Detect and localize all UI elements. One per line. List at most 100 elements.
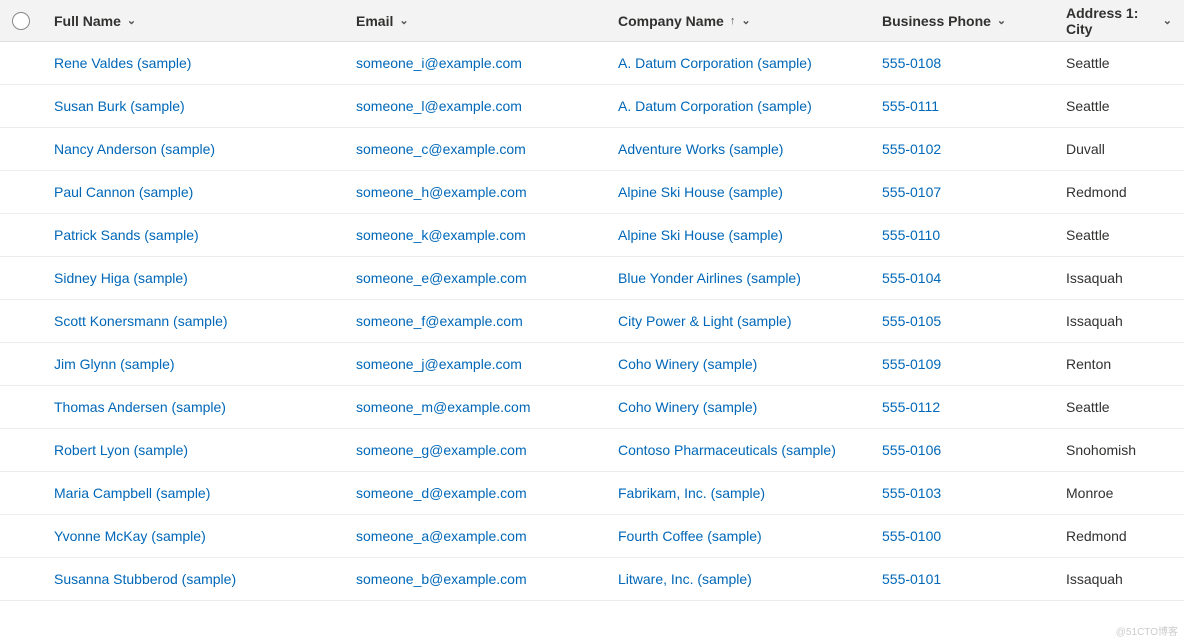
city-text: Redmond	[1066, 184, 1127, 200]
table-row[interactable]: Rene Valdes (sample) someone_i@example.c…	[0, 42, 1184, 85]
email-link[interactable]: someone_j@example.com	[356, 356, 522, 372]
cell-email: someone_c@example.com	[344, 141, 606, 157]
email-link[interactable]: someone_c@example.com	[356, 141, 526, 157]
phone-link[interactable]: 555-0110	[882, 227, 940, 243]
arrow-up-icon: ↑	[730, 15, 736, 27]
cell-email: someone_b@example.com	[344, 571, 606, 587]
phone-link[interactable]: 555-0112	[882, 399, 940, 415]
table-row[interactable]: Nancy Anderson (sample) someone_c@exampl…	[0, 128, 1184, 171]
company-link[interactable]: Coho Winery (sample)	[618, 399, 757, 415]
cell-city: Issaquah	[1054, 313, 1184, 329]
email-link[interactable]: someone_a@example.com	[356, 528, 527, 544]
col-header-email[interactable]: Email ⌄	[344, 13, 606, 29]
company-link[interactable]: A. Datum Corporation (sample)	[618, 98, 812, 114]
phone-link[interactable]: 555-0101	[882, 571, 941, 587]
table-row[interactable]: Thomas Andersen (sample) someone_m@examp…	[0, 386, 1184, 429]
company-link[interactable]: Alpine Ski House (sample)	[618, 184, 783, 200]
col-header-company-label: Company Name	[618, 13, 724, 29]
company-link[interactable]: Adventure Works (sample)	[618, 141, 783, 157]
phone-link[interactable]: 555-0105	[882, 313, 941, 329]
fullname-link[interactable]: Paul Cannon (sample)	[54, 184, 193, 200]
email-link[interactable]: someone_d@example.com	[356, 485, 527, 501]
phone-link[interactable]: 555-0106	[882, 442, 941, 458]
cell-city: Seattle	[1054, 55, 1184, 71]
cell-city: Seattle	[1054, 98, 1184, 114]
table-row[interactable]: Scott Konersmann (sample) someone_f@exam…	[0, 300, 1184, 343]
watermark: @51CTO博客	[1116, 623, 1178, 638]
phone-link[interactable]: 555-0107	[882, 184, 941, 200]
company-link[interactable]: Contoso Pharmaceuticals (sample)	[618, 442, 836, 458]
table-row[interactable]: Patrick Sands (sample) someone_k@example…	[0, 214, 1184, 257]
city-text: Issaquah	[1066, 571, 1123, 587]
cell-company: Litware, Inc. (sample)	[606, 571, 870, 587]
email-link[interactable]: someone_m@example.com	[356, 399, 531, 415]
col-header-company[interactable]: Company Name ↑ ⌄	[606, 13, 870, 29]
company-link[interactable]: Fabrikam, Inc. (sample)	[618, 485, 765, 501]
table-row[interactable]: Robert Lyon (sample) someone_g@example.c…	[0, 429, 1184, 472]
table-row[interactable]: Yvonne McKay (sample) someone_a@example.…	[0, 515, 1184, 558]
table-row[interactable]: Paul Cannon (sample) someone_h@example.c…	[0, 171, 1184, 214]
table-row[interactable]: Susan Burk (sample) someone_l@example.co…	[0, 85, 1184, 128]
cell-company: Coho Winery (sample)	[606, 356, 870, 372]
cell-fullname: Nancy Anderson (sample)	[42, 141, 344, 157]
col-header-fullname[interactable]: Full Name ⌄	[42, 13, 344, 29]
fullname-link[interactable]: Scott Konersmann (sample)	[54, 313, 228, 329]
fullname-link[interactable]: Maria Campbell (sample)	[54, 485, 210, 501]
fullname-link[interactable]: Robert Lyon (sample)	[54, 442, 188, 458]
cell-company: Adventure Works (sample)	[606, 141, 870, 157]
email-link[interactable]: someone_i@example.com	[356, 55, 522, 71]
cell-email: someone_a@example.com	[344, 528, 606, 544]
cell-email: someone_k@example.com	[344, 227, 606, 243]
fullname-link[interactable]: Sidney Higa (sample)	[54, 270, 188, 286]
cell-phone: 555-0108	[870, 55, 1054, 71]
cell-email: someone_i@example.com	[344, 55, 606, 71]
phone-link[interactable]: 555-0100	[882, 528, 941, 544]
phone-link[interactable]: 555-0104	[882, 270, 941, 286]
fullname-link[interactable]: Jim Glynn (sample)	[54, 356, 175, 372]
cell-fullname: Yvonne McKay (sample)	[42, 528, 344, 544]
email-link[interactable]: someone_e@example.com	[356, 270, 527, 286]
fullname-link[interactable]: Nancy Anderson (sample)	[54, 141, 215, 157]
phone-link[interactable]: 555-0109	[882, 356, 941, 372]
fullname-link[interactable]: Yvonne McKay (sample)	[54, 528, 206, 544]
company-link[interactable]: Litware, Inc. (sample)	[618, 571, 752, 587]
cell-email: someone_f@example.com	[344, 313, 606, 329]
phone-link[interactable]: 555-0103	[882, 485, 941, 501]
phone-link[interactable]: 555-0102	[882, 141, 941, 157]
city-text: Monroe	[1066, 485, 1113, 501]
email-link[interactable]: someone_k@example.com	[356, 227, 526, 243]
fullname-link[interactable]: Rene Valdes (sample)	[54, 55, 191, 71]
city-text: Seattle	[1066, 98, 1110, 114]
table-row[interactable]: Maria Campbell (sample) someone_d@exampl…	[0, 472, 1184, 515]
company-link[interactable]: A. Datum Corporation (sample)	[618, 55, 812, 71]
company-link[interactable]: Fourth Coffee (sample)	[618, 528, 762, 544]
fullname-link[interactable]: Susan Burk (sample)	[54, 98, 185, 114]
email-link[interactable]: someone_l@example.com	[356, 98, 522, 114]
cell-fullname: Paul Cannon (sample)	[42, 184, 344, 200]
cell-fullname: Sidney Higa (sample)	[42, 270, 344, 286]
fullname-link[interactable]: Patrick Sands (sample)	[54, 227, 199, 243]
company-link[interactable]: City Power & Light (sample)	[618, 313, 792, 329]
col-header-phone[interactable]: Business Phone ⌄	[870, 13, 1054, 29]
city-text: Redmond	[1066, 528, 1127, 544]
select-all-checkbox[interactable]	[12, 12, 30, 30]
email-link[interactable]: someone_b@example.com	[356, 571, 527, 587]
cell-email: someone_m@example.com	[344, 399, 606, 415]
email-link[interactable]: someone_f@example.com	[356, 313, 523, 329]
phone-link[interactable]: 555-0108	[882, 55, 941, 71]
table-row[interactable]: Jim Glynn (sample) someone_j@example.com…	[0, 343, 1184, 386]
cell-fullname: Patrick Sands (sample)	[42, 227, 344, 243]
company-link[interactable]: Alpine Ski House (sample)	[618, 227, 783, 243]
cell-phone: 555-0106	[870, 442, 1054, 458]
fullname-link[interactable]: Susanna Stubberod (sample)	[54, 571, 236, 587]
cell-email: someone_l@example.com	[344, 98, 606, 114]
table-row[interactable]: Susanna Stubberod (sample) someone_b@exa…	[0, 558, 1184, 601]
table-row[interactable]: Sidney Higa (sample) someone_e@example.c…	[0, 257, 1184, 300]
fullname-link[interactable]: Thomas Andersen (sample)	[54, 399, 226, 415]
company-link[interactable]: Coho Winery (sample)	[618, 356, 757, 372]
email-link[interactable]: someone_g@example.com	[356, 442, 527, 458]
col-header-city[interactable]: Address 1: City ⌄	[1054, 5, 1184, 37]
company-link[interactable]: Blue Yonder Airlines (sample)	[618, 270, 801, 286]
email-link[interactable]: someone_h@example.com	[356, 184, 527, 200]
phone-link[interactable]: 555-0111	[882, 98, 939, 114]
